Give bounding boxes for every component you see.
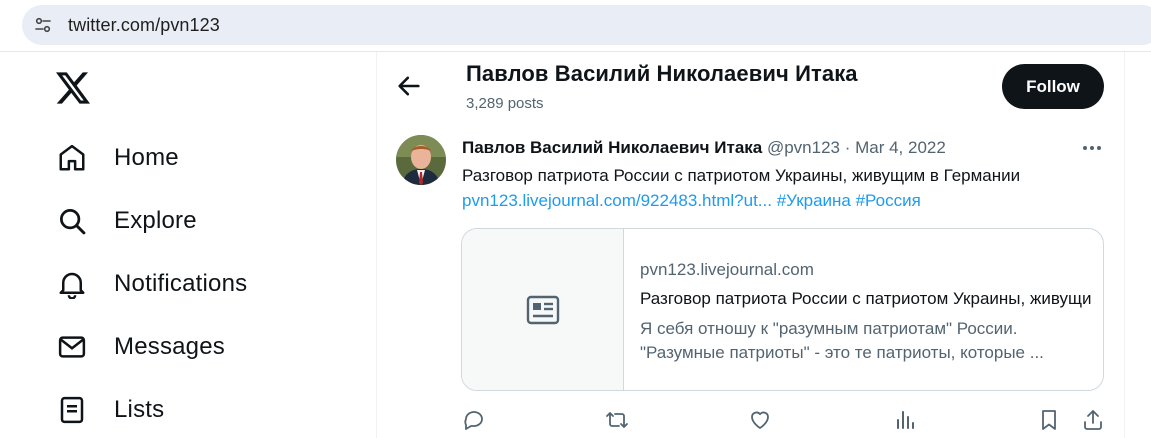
sidebar-item-label: Messages — [114, 333, 225, 360]
envelope-icon — [54, 329, 90, 365]
tweet-links: pvn123.livejournal.com/922483.html?ut...… — [462, 191, 921, 211]
follow-button[interactable]: Follow — [1002, 64, 1104, 109]
home-icon — [54, 140, 90, 176]
sidebar-item-explore[interactable]: Explore — [54, 196, 197, 246]
back-arrow-icon[interactable] — [395, 72, 423, 100]
bell-icon — [54, 266, 90, 302]
link-preview-card[interactable]: pvn123.livejournal.com Разговор патриота… — [461, 228, 1104, 391]
column-divider — [376, 52, 377, 438]
bookmark-icon[interactable] — [1037, 408, 1061, 432]
x-logo-icon[interactable] — [56, 72, 90, 104]
hashtag-links[interactable]: #Украина #Россия — [777, 191, 921, 210]
card-description-line: Я себя отношу к "разумным патриотам" Рос… — [640, 319, 1018, 338]
retweet-icon[interactable] — [605, 408, 629, 432]
url-text[interactable]: twitter.com/pvn123 — [68, 15, 220, 36]
article-icon — [526, 295, 559, 324]
search-icon — [54, 203, 90, 239]
like-icon[interactable] — [748, 408, 772, 432]
card-domain: pvn123.livejournal.com — [640, 260, 814, 279]
sidebar-nav: Home Explore Notifications Messages List… — [0, 52, 376, 438]
sidebar-item-label: Lists — [114, 396, 165, 423]
list-icon — [54, 392, 90, 428]
page-title: Павлов Василий Николаевич Итака — [466, 61, 858, 86]
tweet-meta[interactable]: @pvn123 · Mar 4, 2022 — [767, 138, 946, 157]
tune-icon[interactable] — [34, 16, 52, 34]
card-thumbnail — [462, 229, 624, 390]
card-title: Разговор патриота России с патриотом Укр… — [640, 289, 1092, 308]
url-field[interactable]: twitter.com/pvn123 — [22, 5, 1151, 45]
card-description: Я себя отношу к "разумным патриотам" Рос… — [640, 317, 1092, 365]
tweet-text: Разговор патриота России с патриотом Укр… — [462, 166, 1021, 185]
sidebar-item-lists[interactable]: Lists — [54, 385, 164, 435]
share-icon[interactable] — [1081, 408, 1105, 432]
reply-icon[interactable] — [462, 408, 486, 432]
sidebar-item-messages[interactable]: Messages — [54, 322, 225, 372]
more-options-icon[interactable] — [1080, 140, 1104, 156]
card-description-line: "Разумные патриоты" - это те патриоты, к… — [640, 343, 1044, 362]
sidebar-item-label: Explore — [114, 207, 197, 234]
column-divider — [1124, 52, 1125, 438]
sidebar-item-home[interactable]: Home — [54, 133, 179, 183]
browser-address-bar: twitter.com/pvn123 — [0, 0, 1151, 52]
tweet-url-link[interactable]: pvn123.livejournal.com/922483.html?ut... — [462, 191, 772, 210]
views-icon[interactable] — [893, 408, 917, 432]
post-count: 3,289 posts — [466, 95, 544, 112]
tweet-header: Павлов Василий Николаевич Итака @pvn123 … — [462, 138, 946, 158]
tweet-author[interactable]: Павлов Василий Николаевич Итака — [462, 138, 762, 157]
avatar[interactable] — [396, 135, 446, 185]
sidebar-item-notifications[interactable]: Notifications — [54, 259, 247, 309]
sidebar-item-label: Notifications — [114, 270, 248, 297]
sidebar-item-label: Home — [114, 144, 179, 171]
